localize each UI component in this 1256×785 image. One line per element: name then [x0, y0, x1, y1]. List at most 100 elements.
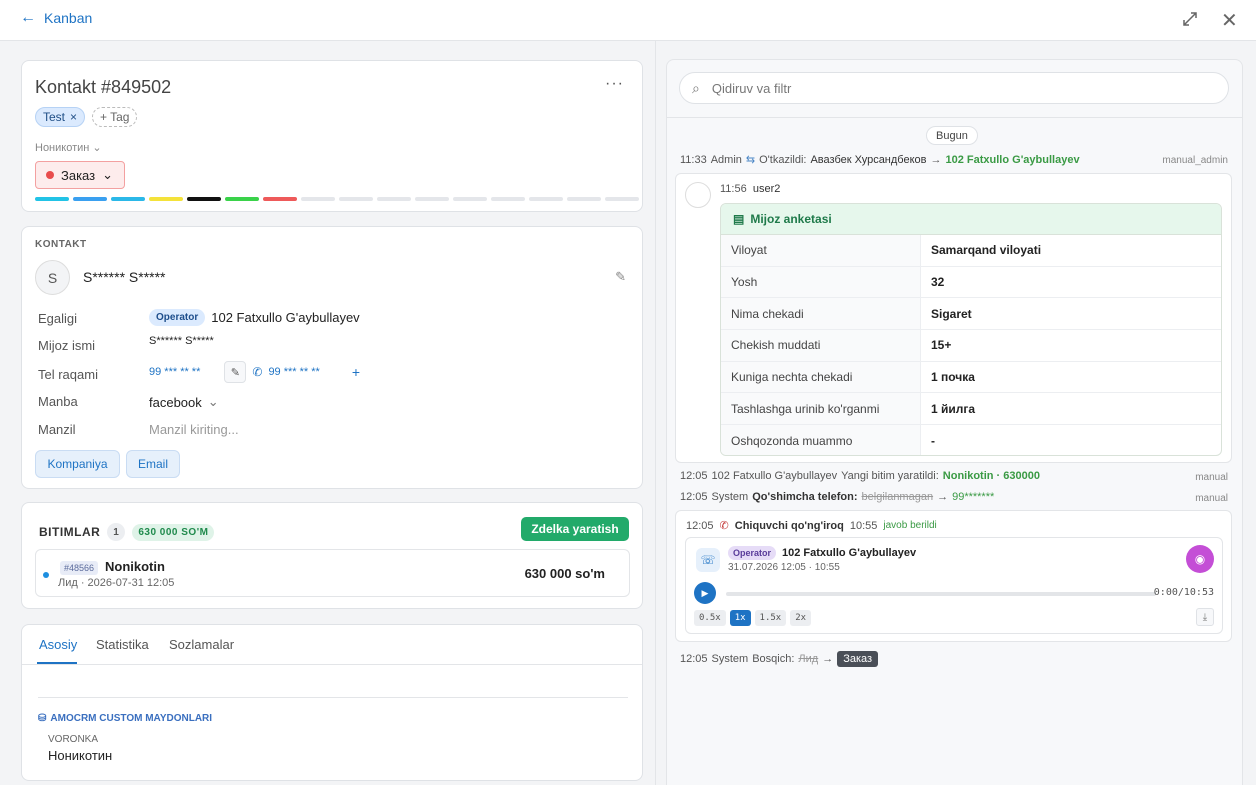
event-tag: manual — [1195, 493, 1228, 504]
speed-option[interactable]: 1.5x — [754, 610, 787, 626]
company-button[interactable]: Kompaniya — [35, 450, 120, 478]
row-value: - — [931, 433, 935, 448]
deals-count: 1 — [107, 523, 126, 541]
email-button[interactable]: Email — [126, 450, 180, 478]
more-options-icon[interactable]: ··· — [605, 75, 624, 93]
stage-segment[interactable] — [263, 197, 297, 201]
address-input[interactable]: Manzil kiriting... — [149, 422, 239, 437]
stage-segment[interactable] — [73, 197, 107, 201]
stage-segment[interactable] — [225, 197, 259, 201]
stage-dropdown[interactable]: Заказ ⌄ — [35, 161, 125, 189]
pipeline-selector[interactable]: Ноникотин ⌄ — [35, 141, 102, 154]
phone-value: 99 *** ** ** ✎ ✆ 99 *** ** ** + — [149, 361, 360, 383]
stage-segment[interactable] — [35, 197, 69, 201]
event-value: Nonikotin · 630000 — [942, 470, 1040, 482]
avatar: S — [35, 260, 70, 295]
back-to-kanban-link[interactable]: ← Kanban — [20, 9, 92, 27]
stage-segment[interactable] — [491, 197, 525, 201]
source-label: Manba — [38, 394, 78, 409]
clipboard-icon: ▤ — [733, 212, 745, 226]
table-row: Kuniga nechta chekadi 1 почка — [721, 361, 1221, 394]
speed-option-active[interactable]: 1x — [729, 610, 751, 626]
deal-subtitle: Лид · 2026-07-31 12:05 — [58, 577, 175, 589]
call-type: Chiquvchi qo'ng'iroq — [734, 519, 844, 532]
edit-pencil-icon[interactable]: ✎ — [615, 269, 626, 285]
tab-statistika[interactable]: Statistika — [96, 637, 149, 652]
stage-label: Заказ — [61, 167, 96, 183]
event-actor: 102 Fatxullo G'aybullayev — [711, 470, 838, 482]
call-at: 10:55 — [849, 519, 878, 532]
stage-segment[interactable] — [301, 197, 335, 201]
voronka-value: Ноникотин — [48, 748, 113, 763]
ai-analyze-button[interactable]: ◉ — [1186, 545, 1214, 573]
add-phone-icon[interactable]: + — [352, 364, 360, 380]
client-name-value[interactable]: S****** S***** — [149, 335, 214, 347]
stage-segment[interactable] — [453, 197, 487, 201]
stage-segment[interactable] — [149, 197, 183, 201]
row-value: 1 йилга — [931, 401, 976, 416]
stage-segment[interactable] — [377, 197, 411, 201]
event-time: 12:05 — [680, 470, 708, 482]
table-row: Chekish muddati 15+ — [721, 330, 1221, 362]
row-key: Viloyat — [721, 235, 921, 266]
table-row: Nima chekadi Sigaret — [721, 298, 1221, 331]
section-label: KONTAKT — [35, 239, 87, 250]
audio-timer: 0:00/10:53 — [1153, 587, 1214, 598]
stage-progress-bar[interactable] — [35, 197, 639, 201]
row-key: Yosh — [721, 266, 921, 298]
operator-name: 102 Fatxullo G'aybullayev — [782, 547, 917, 559]
add-tag-button[interactable]: + Tag — [92, 107, 138, 127]
deal-name: Nonikotin — [105, 559, 165, 574]
close-icon[interactable]: ✕ — [1221, 8, 1238, 33]
owner-value[interactable]: Operator 102 Fatxullo G'aybullayev — [149, 309, 360, 326]
stage-dot — [46, 171, 54, 179]
search-input[interactable]: ⌕ Qidiruv va filtr — [679, 72, 1229, 104]
tag-test[interactable]: Test × — [35, 107, 86, 127]
create-deal-button[interactable]: Zdelka yaratish — [521, 517, 629, 541]
tab-asosiy[interactable]: Asosiy — [39, 637, 77, 652]
stage-segment[interactable] — [339, 197, 373, 201]
event-actor: System — [711, 653, 749, 665]
deal-item[interactable]: #48566 Nonikotin Лид · 2026-07-31 12:05 … — [35, 549, 630, 597]
download-icon[interactable]: ⤓ — [1196, 608, 1214, 626]
event-stage-change: 12:05 System Bosqich: Лид → Заказ — [680, 651, 879, 667]
audio-progress-bar[interactable] — [726, 592, 1156, 596]
speed-option[interactable]: 0.5x — [694, 610, 726, 626]
day-separator: Bugun — [926, 126, 978, 145]
event-old-value: Лид — [798, 653, 819, 665]
event-tag: manual — [1195, 472, 1228, 483]
edit-phone-icon[interactable]: ✎ — [224, 361, 247, 383]
expand-icon[interactable] — [1180, 9, 1200, 29]
phone-label: Tel raqami — [38, 367, 98, 382]
table-row: Oshqozonda muammo - — [721, 425, 1221, 455]
play-button[interactable]: ▶ — [694, 582, 716, 604]
divider — [38, 697, 628, 698]
event-actor: Admin — [710, 153, 742, 166]
phone-1[interactable]: 99 *** ** ** — [149, 366, 200, 378]
phone-2[interactable]: 99 *** ** ** — [268, 366, 319, 378]
row-value: Sigaret — [931, 306, 972, 321]
stage-segment[interactable] — [529, 197, 563, 201]
call-header: 12:05 ✆ Chiquvchi qo'ng'iroq 10:55 javob… — [686, 519, 937, 533]
stage-segment[interactable] — [111, 197, 145, 201]
chevron-down-icon: ⌄ — [92, 142, 102, 154]
transfer-icon: ⇆ — [745, 154, 756, 166]
stage-segment[interactable] — [567, 197, 601, 201]
deals-card: BITIMLAR 1 630 000 SO'M Zdelka yaratish … — [21, 502, 643, 609]
stage-chip: Заказ — [837, 651, 879, 667]
stage-segment[interactable] — [187, 197, 221, 201]
stage-segment[interactable] — [605, 197, 639, 201]
call-card: 12:05 ✆ Chiquvchi qo'ng'iroq 10:55 javob… — [675, 510, 1232, 642]
remove-tag-icon[interactable]: × — [70, 110, 77, 124]
call-status: javob berildi — [883, 520, 937, 531]
contact-details-card: KONTAKT S S****** S***** ✎ Egaligi Opera… — [21, 226, 643, 489]
divider — [667, 117, 1242, 118]
speed-selector: 0.5x 1x 1.5x 2x — [694, 610, 812, 626]
source-dropdown[interactable]: facebook ⌄ — [149, 394, 219, 410]
tab-sozlamalar[interactable]: Sozlamalar — [169, 637, 234, 652]
phone-call-icon[interactable]: ✆ — [252, 365, 262, 379]
speed-option[interactable]: 2x — [790, 610, 812, 626]
row-key: Kuniga nechta chekadi — [721, 361, 921, 393]
stage-segment[interactable] — [415, 197, 449, 201]
row-key: Oshqozonda muammo — [721, 425, 921, 455]
